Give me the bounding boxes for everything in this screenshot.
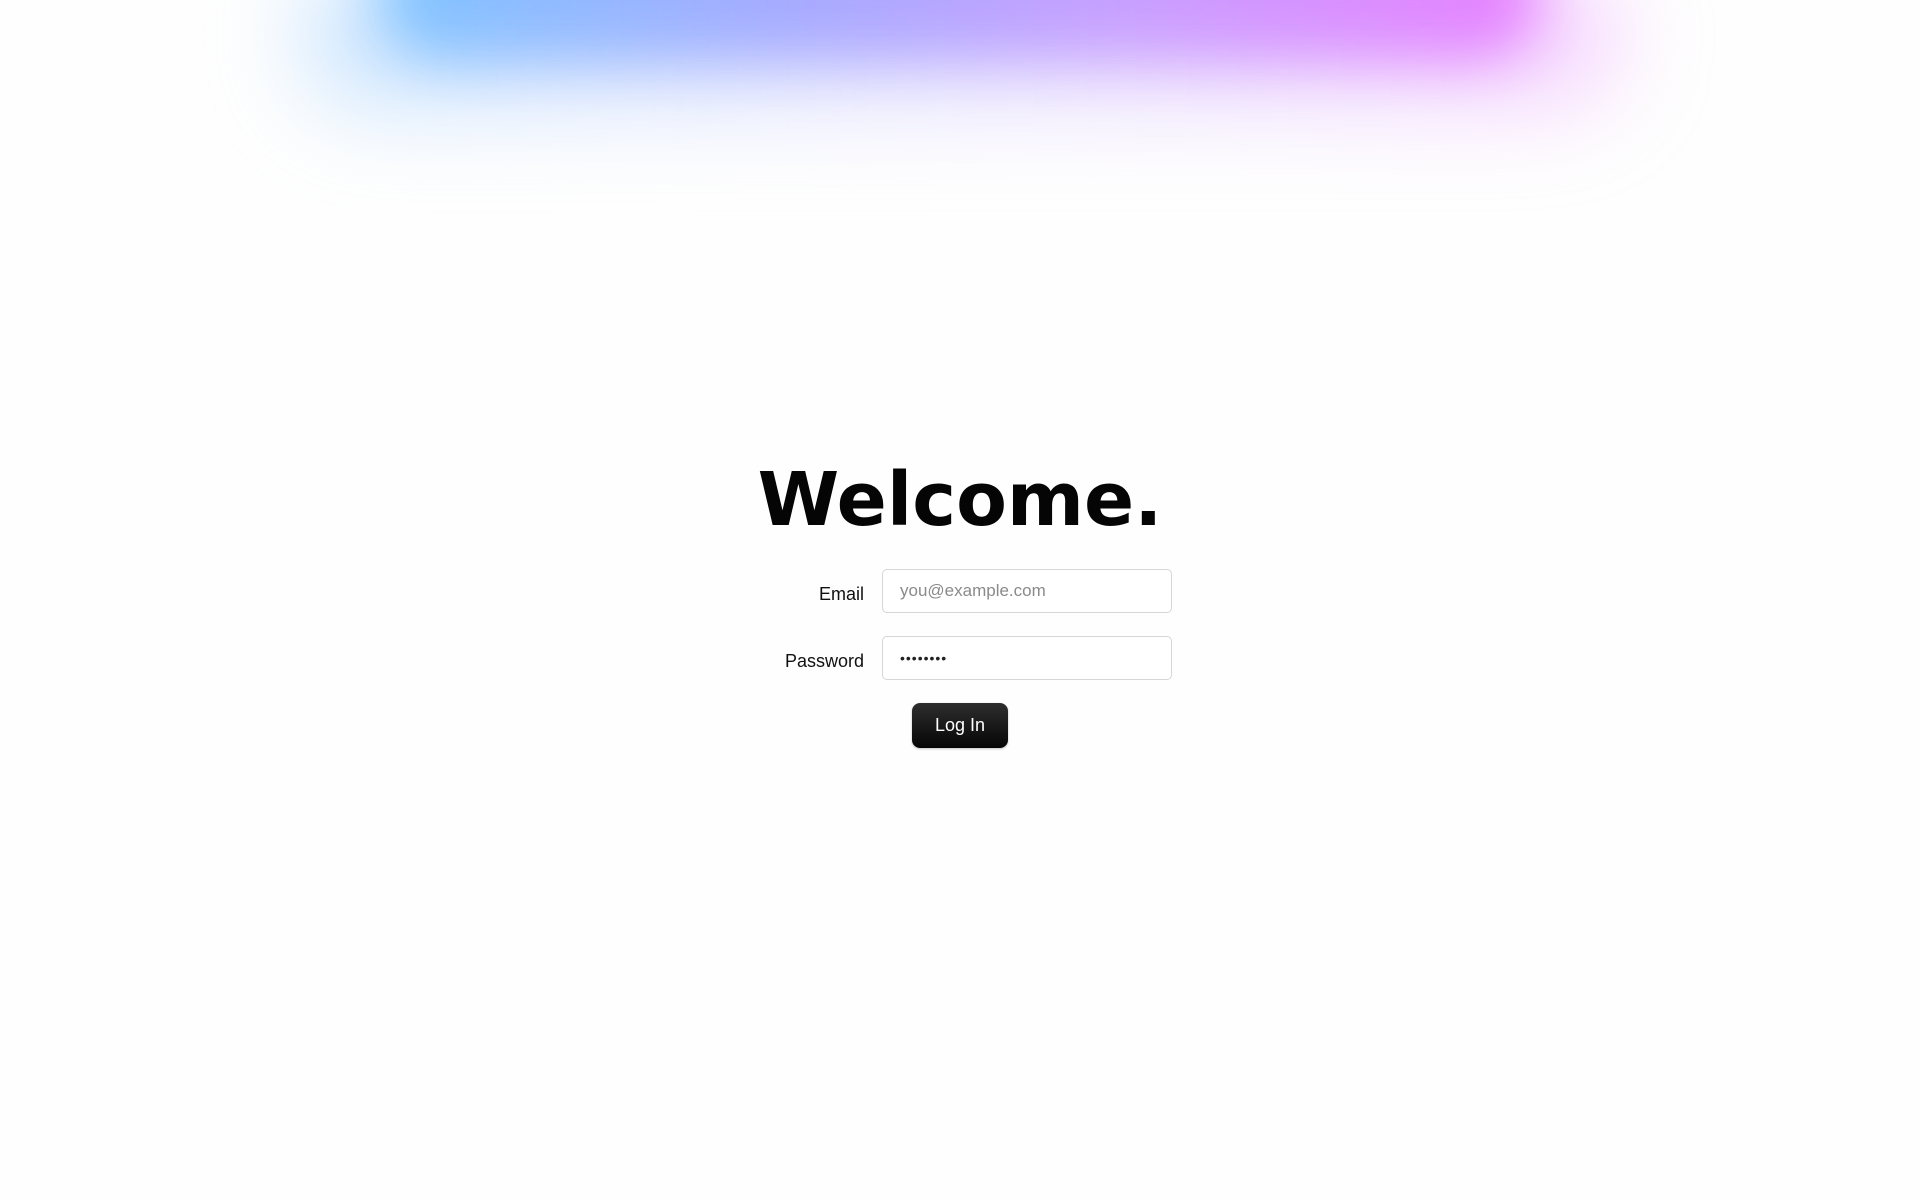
login-form: Welcome. Email Password Log In: [0, 0, 1920, 1200]
email-label: Email: [818, 584, 864, 604]
page-title: Welcome.: [757, 457, 1163, 543]
page: Welcome. Email Password Log In: [0, 0, 1920, 1200]
email-field[interactable]: [882, 569, 1172, 613]
password-label: Password: [784, 651, 864, 671]
password-field[interactable]: [882, 636, 1172, 680]
login-button[interactable]: Log In: [912, 703, 1008, 748]
